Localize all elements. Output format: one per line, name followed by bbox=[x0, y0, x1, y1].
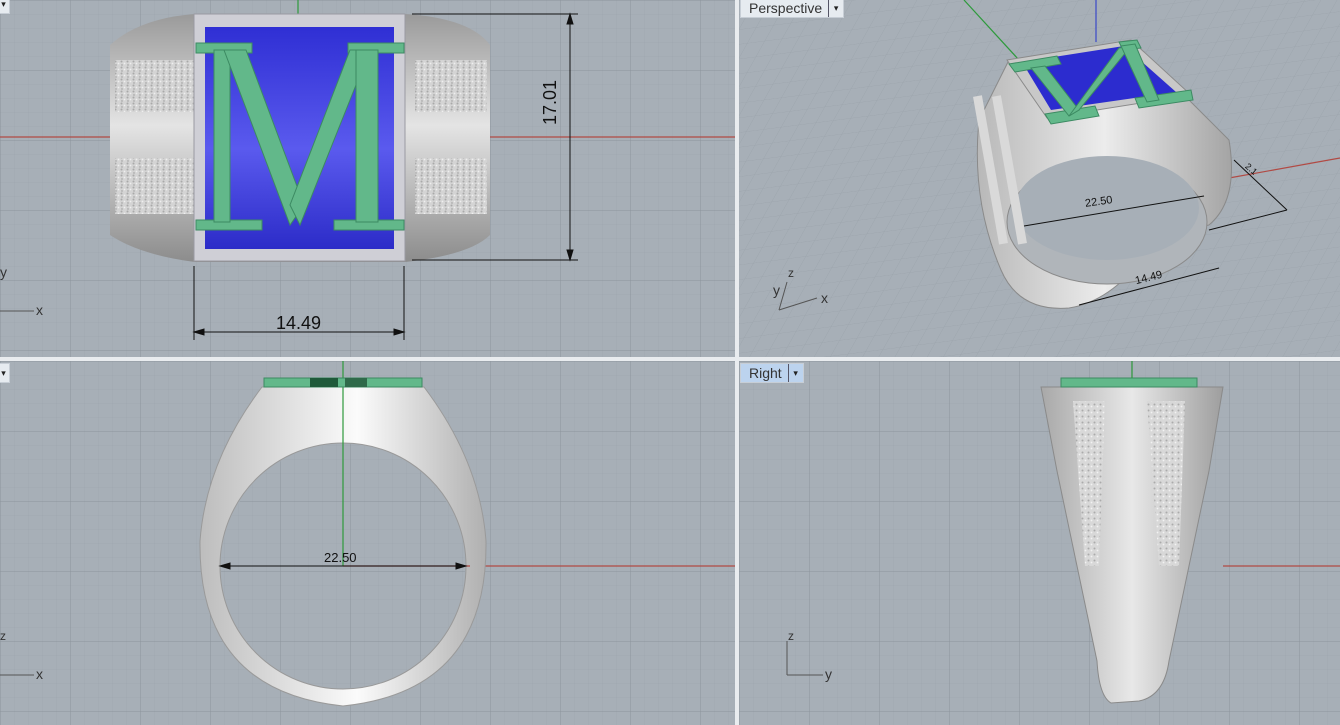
axis-label-z: z bbox=[788, 629, 794, 643]
axis-label-x: x bbox=[36, 302, 43, 318]
axis-label-z: z bbox=[0, 629, 6, 643]
texture-band bbox=[115, 60, 195, 112]
perspective-view-canvas bbox=[739, 0, 1340, 357]
axis-label-x: x bbox=[36, 666, 43, 682]
chevron-down-icon: ▾ bbox=[828, 0, 843, 17]
viewport-perspective[interactable]: 22.50 14.49 2.1 x y z Perspective ▾ bbox=[739, 0, 1340, 357]
axis-label-z: z bbox=[788, 266, 794, 280]
viewport-title: Perspective bbox=[749, 0, 823, 16]
dim-label-width: 14.49 bbox=[276, 313, 322, 333]
chevron-down-icon: ▾ bbox=[0, 364, 9, 382]
viewport-menu-right[interactable]: Right ▾ bbox=[740, 363, 804, 383]
viewport-right[interactable]: y z Right ▾ bbox=[739, 361, 1340, 725]
front-view-canvas bbox=[0, 361, 735, 725]
top-view-canvas bbox=[0, 0, 735, 357]
axis-label-x: x bbox=[821, 290, 828, 306]
chevron-down-icon: ▾ bbox=[787, 364, 803, 382]
dim-label-height: 17.01 bbox=[540, 79, 560, 125]
axis-label-y: y bbox=[825, 666, 832, 682]
viewport-splitter-horizontal[interactable] bbox=[0, 357, 1340, 361]
viewport-menu-front[interactable]: ▾ bbox=[0, 363, 10, 383]
viewport-menu-top[interactable]: ▾ bbox=[0, 0, 10, 14]
axis-label-y: y bbox=[0, 264, 7, 280]
letter-plate bbox=[263, 377, 423, 388]
chevron-down-icon: ▾ bbox=[0, 0, 9, 13]
viewport-front[interactable]: 22.50 x z ▾ bbox=[0, 361, 735, 725]
viewport-menu-perspective[interactable]: Perspective ▾ bbox=[740, 0, 845, 18]
viewport-splitter-vertical[interactable] bbox=[735, 0, 739, 725]
letter-plate bbox=[1060, 377, 1198, 388]
viewport-top[interactable]: 14.49 17.01 x y ▾ bbox=[0, 0, 735, 357]
viewport-title: Right bbox=[749, 365, 782, 381]
dim-label-diameter: 22.50 bbox=[324, 550, 357, 565]
axis-label-y: y bbox=[773, 282, 780, 298]
